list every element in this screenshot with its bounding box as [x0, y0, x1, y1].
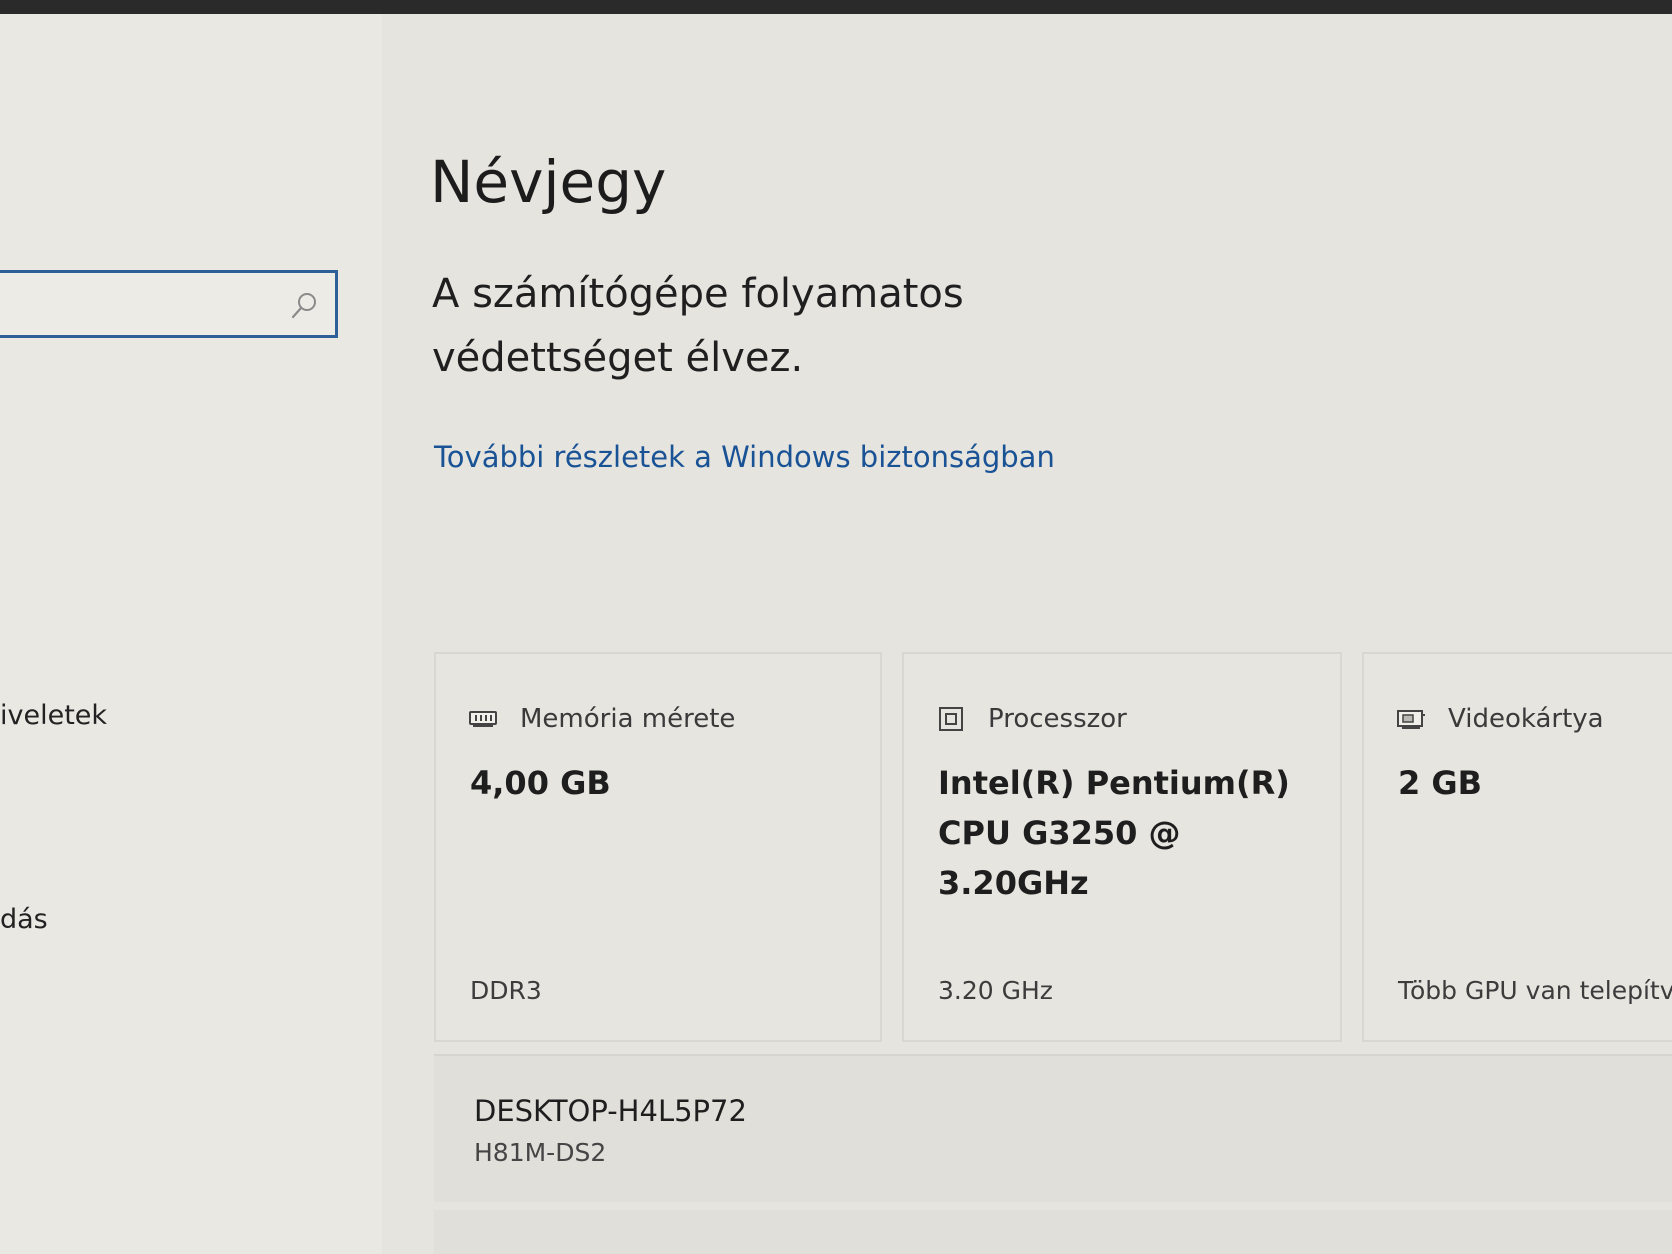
- processor-spec-card: Processzor Intel(R) Pentium(R) CPU G3250…: [902, 652, 1342, 1042]
- gpu-value: 2 GB: [1398, 764, 1483, 802]
- memory-label: Memória mérete: [520, 704, 736, 734]
- settings-search-input[interactable]: [0, 270, 338, 338]
- memory-value: 4,00 GB: [470, 764, 611, 802]
- memory-type: DDR3: [470, 976, 542, 1005]
- next-settings-panel[interactable]: [434, 1210, 1672, 1254]
- device-name: DESKTOP-H4L5P72: [474, 1094, 747, 1128]
- gpu-spec-card: Videokártya 2 GB Több GPU van telepítv: [1362, 652, 1672, 1042]
- processor-label: Processzor: [988, 704, 1127, 734]
- windows-security-details-link[interactable]: További részletek a Windows biztonságban: [434, 440, 1055, 474]
- processor-value: Intel(R) Pentium(R) CPU G3250 @ 3.20GHz: [938, 764, 1290, 902]
- about-page: Névjegy A számítógépe folyamatos védetts…: [382, 14, 1672, 1254]
- gpu-icon: [1397, 710, 1425, 729]
- settings-sidebar: iveletek dás: [0, 14, 382, 1254]
- gpu-label: Videokártya: [1448, 704, 1604, 734]
- page-title: Névjegy: [430, 148, 667, 216]
- device-model: H81M-DS2: [474, 1138, 607, 1167]
- memory-icon: [469, 711, 497, 727]
- processor-speed: 3.20 GHz: [938, 976, 1053, 1005]
- gpu-card-header: Videokártya: [1396, 704, 1604, 734]
- sidebar-item-partial-2[interactable]: dás: [0, 904, 48, 935]
- memory-spec-card: Memória mérete 4,00 GB DDR3: [434, 652, 882, 1042]
- protection-status-text: A számítógépe folyamatos védettséget élv…: [432, 271, 964, 381]
- device-info-panel: DESKTOP-H4L5P72 H81M-DS2: [434, 1054, 1672, 1202]
- window-top-edge: [0, 0, 1672, 14]
- processor-icon: [939, 707, 963, 731]
- memory-card-header: Memória mérete: [468, 704, 735, 734]
- gpu-detail: Több GPU van telepítv: [1398, 976, 1672, 1005]
- processor-card-header: Processzor: [936, 704, 1127, 734]
- search-icon[interactable]: [287, 289, 321, 323]
- sidebar-item-partial-1[interactable]: iveletek: [0, 700, 107, 731]
